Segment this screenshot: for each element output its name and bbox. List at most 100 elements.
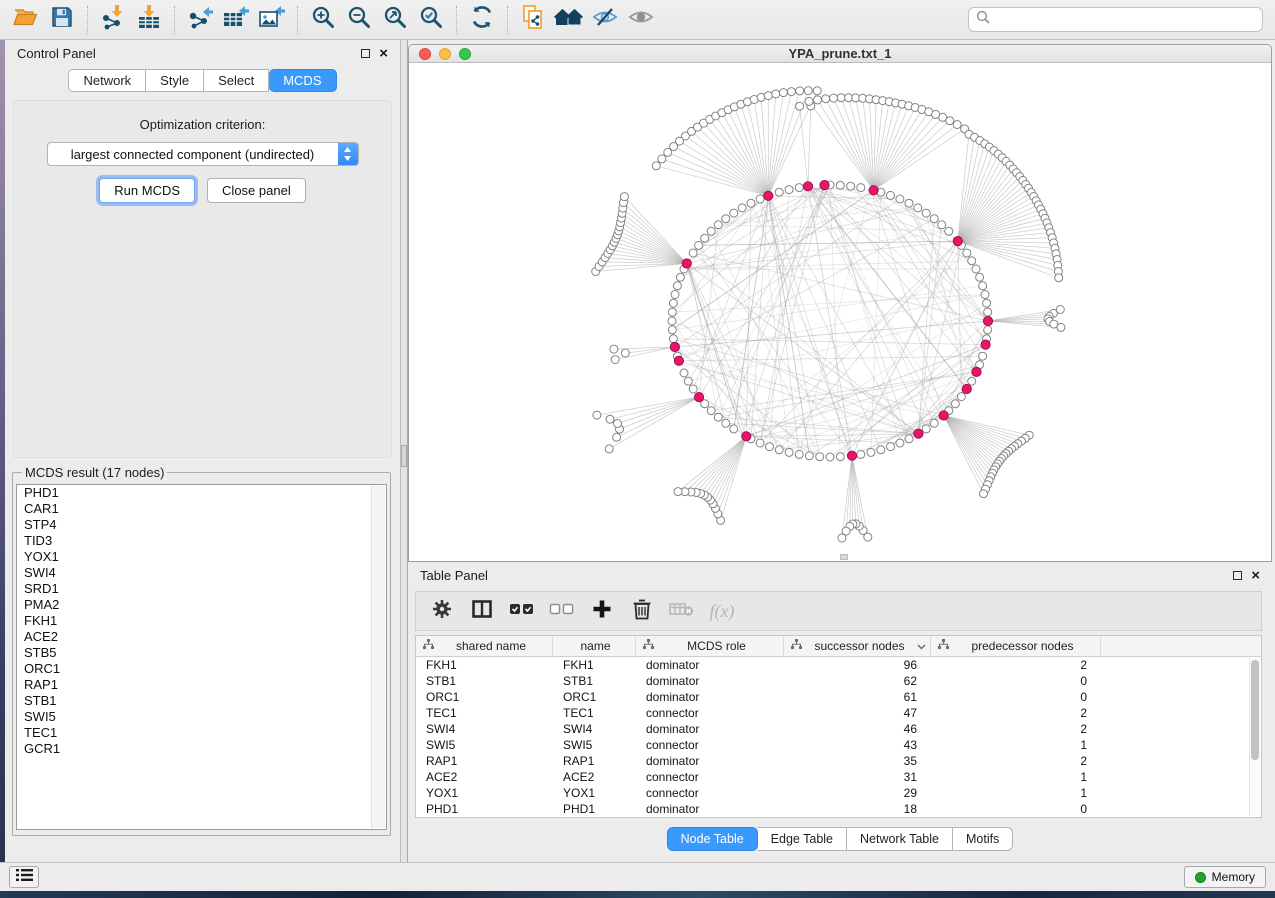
import-network-button[interactable] bbox=[95, 4, 131, 36]
canvas-resize-handle[interactable] bbox=[840, 554, 848, 560]
tab-network-table[interactable]: Network Table bbox=[847, 827, 953, 851]
cell-mcds_role[interactable]: dominator bbox=[636, 657, 784, 673]
cell-successor_nodes[interactable]: 35 bbox=[784, 753, 931, 769]
cell-predecessor_nodes[interactable]: 0 bbox=[931, 673, 1101, 689]
cell-shared_name[interactable]: RAP1 bbox=[416, 753, 553, 769]
cell-mcds_role[interactable]: connector bbox=[636, 737, 784, 753]
import-table-button[interactable] bbox=[131, 4, 167, 36]
run-mcds-button[interactable]: Run MCDS bbox=[99, 178, 195, 203]
save-session-button[interactable] bbox=[44, 4, 80, 36]
close-panel-button[interactable]: × bbox=[379, 46, 388, 61]
mcds-result-item[interactable]: ACE2 bbox=[17, 629, 386, 645]
tab-style[interactable]: Style bbox=[146, 69, 204, 92]
delete-column-button[interactable] bbox=[626, 596, 658, 626]
memory-button[interactable]: Memory bbox=[1184, 866, 1266, 888]
cell-name[interactable]: SWI4 bbox=[553, 721, 636, 737]
cell-predecessor_nodes[interactable]: 1 bbox=[931, 769, 1101, 785]
zoom-selected-button[interactable] bbox=[413, 4, 449, 36]
tab-node-table[interactable]: Node Table bbox=[667, 827, 758, 851]
table-scrollbar-thumb[interactable] bbox=[1251, 660, 1259, 760]
cell-successor_nodes[interactable]: 31 bbox=[784, 769, 931, 785]
vertical-splitter[interactable] bbox=[400, 40, 408, 862]
cell-shared_name[interactable]: ORC1 bbox=[416, 689, 553, 705]
mcds-result-item[interactable]: GCR1 bbox=[17, 741, 386, 757]
column-header-shared-name[interactable]: shared name bbox=[416, 636, 553, 656]
cell-mcds_role[interactable]: dominator bbox=[636, 721, 784, 737]
cell-successor_nodes[interactable]: 61 bbox=[784, 689, 931, 705]
cell-predecessor_nodes[interactable]: 1 bbox=[931, 737, 1101, 753]
mcds-result-item[interactable]: SWI4 bbox=[17, 565, 386, 581]
cell-name[interactable]: STB1 bbox=[553, 673, 636, 689]
cell-mcds_role[interactable]: connector bbox=[636, 769, 784, 785]
tab-network[interactable]: Network bbox=[68, 69, 146, 92]
table-row[interactable]: TEC1TEC1connector472 bbox=[416, 705, 1261, 721]
cell-predecessor_nodes[interactable]: 2 bbox=[931, 721, 1101, 737]
zoom-fit-button[interactable] bbox=[377, 4, 413, 36]
search-box[interactable] bbox=[968, 7, 1263, 32]
cell-predecessor_nodes[interactable]: 2 bbox=[931, 705, 1101, 721]
refresh-button[interactable] bbox=[464, 4, 500, 36]
cell-shared_name[interactable]: TEC1 bbox=[416, 705, 553, 721]
function-builder-button[interactable]: f(x) bbox=[706, 596, 738, 626]
cell-mcds_role[interactable]: connector bbox=[636, 785, 784, 801]
tab-select[interactable]: Select bbox=[204, 69, 269, 92]
export-table-button[interactable] bbox=[218, 4, 254, 36]
zoom-in-button[interactable] bbox=[305, 4, 341, 36]
cell-successor_nodes[interactable]: 62 bbox=[784, 673, 931, 689]
cell-name[interactable]: ACE2 bbox=[553, 769, 636, 785]
zoom-out-button[interactable] bbox=[341, 4, 377, 36]
table-row[interactable]: ACE2ACE2connector311 bbox=[416, 769, 1261, 785]
mcds-result-item[interactable]: FKH1 bbox=[17, 613, 386, 629]
table-row[interactable]: FKH1FKH1dominator962 bbox=[416, 657, 1261, 673]
mcds-result-item[interactable]: RAP1 bbox=[17, 677, 386, 693]
table-row[interactable]: PHD1PHD1dominator180 bbox=[416, 801, 1261, 817]
table-row[interactable]: SWI4SWI4dominator462 bbox=[416, 721, 1261, 737]
mcds-result-item[interactable]: STB1 bbox=[17, 693, 386, 709]
float-panel-button[interactable] bbox=[361, 49, 370, 58]
mcds-result-item[interactable]: PMA2 bbox=[17, 597, 386, 613]
network-canvas[interactable] bbox=[409, 63, 1271, 562]
tab-mcds[interactable]: MCDS bbox=[269, 69, 336, 92]
hide-selected-button[interactable] bbox=[587, 4, 623, 36]
close-table-panel-button[interactable]: × bbox=[1251, 568, 1260, 583]
cell-predecessor_nodes[interactable]: 2 bbox=[931, 657, 1101, 673]
cell-predecessor_nodes[interactable]: 2 bbox=[931, 753, 1101, 769]
table-scrollbar[interactable] bbox=[1249, 658, 1260, 816]
mcds-result-item[interactable]: TEC1 bbox=[17, 725, 386, 741]
cell-successor_nodes[interactable]: 18 bbox=[784, 801, 931, 817]
column-layout-button[interactable] bbox=[466, 596, 498, 626]
cell-successor_nodes[interactable]: 46 bbox=[784, 721, 931, 737]
list-scrollbar[interactable] bbox=[371, 486, 385, 828]
table-row[interactable]: STB1STB1dominator620 bbox=[416, 673, 1261, 689]
cell-mcds_role[interactable]: dominator bbox=[636, 689, 784, 705]
cell-shared_name[interactable]: FKH1 bbox=[416, 657, 553, 673]
close-mcds-panel-button[interactable]: Close panel bbox=[207, 178, 306, 203]
export-network-button[interactable] bbox=[182, 4, 218, 36]
table-row[interactable]: ORC1ORC1dominator610 bbox=[416, 689, 1261, 705]
mcds-result-list[interactable]: PHD1CAR1STP4TID3YOX1SWI4SRD1PMA2FKH1ACE2… bbox=[16, 484, 387, 830]
float-table-panel-button[interactable] bbox=[1233, 571, 1242, 580]
cell-successor_nodes[interactable]: 47 bbox=[784, 705, 931, 721]
cell-name[interactable]: ORC1 bbox=[553, 689, 636, 705]
cell-name[interactable]: PHD1 bbox=[553, 801, 636, 817]
cell-shared_name[interactable]: STB1 bbox=[416, 673, 553, 689]
column-header-name[interactable]: name bbox=[553, 636, 636, 656]
cell-successor_nodes[interactable]: 43 bbox=[784, 737, 931, 753]
cell-predecessor_nodes[interactable]: 0 bbox=[931, 801, 1101, 817]
deselect-all-columns-button[interactable] bbox=[546, 596, 578, 626]
search-input[interactable] bbox=[996, 13, 1255, 27]
optimization-criterion-select[interactable]: largest connected component (undirected) bbox=[47, 142, 359, 166]
cell-shared_name[interactable]: YOX1 bbox=[416, 785, 553, 801]
cell-predecessor_nodes[interactable]: 1 bbox=[931, 785, 1101, 801]
table-row[interactable]: SWI5SWI5connector431 bbox=[416, 737, 1261, 753]
cell-shared_name[interactable]: PHD1 bbox=[416, 801, 553, 817]
cell-name[interactable]: FKH1 bbox=[553, 657, 636, 673]
cell-shared_name[interactable]: SWI4 bbox=[416, 721, 553, 737]
column-header-MCDS-role[interactable]: MCDS role bbox=[636, 636, 784, 656]
task-history-button[interactable] bbox=[9, 866, 39, 888]
cell-mcds_role[interactable]: connector bbox=[636, 705, 784, 721]
tab-motifs[interactable]: Motifs bbox=[953, 827, 1013, 851]
mcds-result-item[interactable]: STB5 bbox=[17, 645, 386, 661]
cell-predecessor_nodes[interactable]: 0 bbox=[931, 689, 1101, 705]
mcds-result-item[interactable]: CAR1 bbox=[17, 501, 386, 517]
